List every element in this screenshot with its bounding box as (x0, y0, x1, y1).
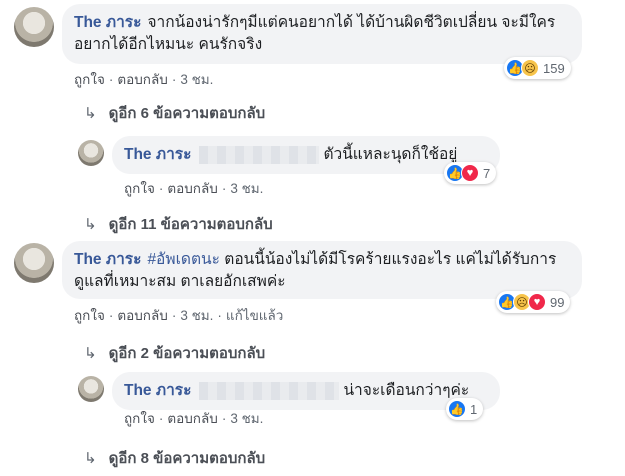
avatar[interactable] (14, 7, 54, 47)
reply-arrow-icon: ↳ (84, 105, 97, 122)
view-more-replies[interactable]: ↳ ดูอีก 2 ข้อความตอบกลับ (84, 341, 265, 365)
reply-link[interactable]: ตอบกลับ (167, 181, 217, 196)
hashtag[interactable]: #อัพเดตนะ (147, 251, 220, 268)
comment-author[interactable]: The ภาระ (124, 146, 191, 163)
comment-actions: ถูกใจ · ตอบกลับ · 3 ชม. (124, 411, 264, 426)
love-icon: ♥ (461, 164, 479, 182)
like-link[interactable]: ถูกใจ (124, 411, 155, 426)
comment-actions: ถูกใจ · ตอบกลับ · 3 ชม. (74, 72, 214, 87)
avatar[interactable] (78, 140, 104, 166)
like-link[interactable]: ถูกใจ (124, 181, 155, 196)
reply-link[interactable]: ตอบกลับ (167, 411, 217, 426)
reply-link[interactable]: ตอบกลับ (117, 308, 167, 323)
love-icon: ♥ (528, 293, 546, 311)
comment-bubble: The ภาระ จากน้องน่ารักๆมีแต่คนอยากได้ ได้… (62, 4, 582, 64)
comment-text: จากน้องน่ารักๆมีแต่คนอยากได้ ได้บ้านผิดช… (74, 14, 556, 53)
like-link[interactable]: ถูกใจ (74, 308, 105, 323)
view-more-replies[interactable]: ↳ ดูอีก 8 ข้อความตอบกลับ (84, 446, 265, 470)
like-icon: 👍 (448, 400, 466, 418)
avatar[interactable] (14, 243, 54, 283)
reaction-summary[interactable]: 👍 ♥ 7 (444, 162, 497, 184)
reply-link[interactable]: ตอบกลับ (117, 72, 167, 87)
comment-text: ตัวนี้แหละนุดก็ใช้อยู่ (323, 146, 458, 163)
reaction-summary[interactable]: 👍 ☹ ♥ 99 (496, 291, 571, 313)
like-link[interactable]: ถูกใจ (74, 72, 105, 87)
reply-bubble: The ภาระ ตัวนี้แหละนุดก็ใช้อยู่ (112, 136, 500, 174)
avatar[interactable] (78, 376, 104, 402)
reaction-count: 1 (470, 401, 478, 417)
reaction-summary[interactable]: 👍 1 (446, 398, 484, 420)
redacted-mention (199, 145, 320, 164)
view-more-replies[interactable]: ↳ ดูอีก 6 ข้อความตอบกลับ (84, 101, 265, 125)
comment-author[interactable]: The ภาระ (74, 14, 141, 31)
timestamp[interactable]: 3 ชม. (230, 181, 263, 196)
timestamp[interactable]: 3 ชม. (180, 308, 213, 323)
comment-author[interactable]: The ภาระ (74, 251, 141, 268)
comment-actions: ถูกใจ · ตอบกลับ · 3 ชม. · แก้ไขแล้ว (74, 308, 284, 323)
reply-bubble: The ภาระ น่าจะเดือนกว่าๆค่ะ (112, 372, 500, 410)
reaction-count: 159 (543, 60, 565, 76)
redacted-mention (199, 381, 340, 400)
timestamp[interactable]: 3 ชม. (180, 72, 213, 87)
reaction-count: 99 (550, 294, 565, 310)
timestamp[interactable]: 3 ชม. (230, 411, 263, 426)
reply-arrow-icon: ↳ (84, 216, 97, 233)
reaction-count: 7 (483, 165, 491, 181)
reply-arrow-icon: ↳ (84, 450, 97, 467)
reply-arrow-icon: ↳ (84, 345, 97, 362)
sad-icon: ☹ (521, 59, 539, 77)
comment-text: น่าจะเดือนกว่าๆค่ะ (343, 382, 470, 399)
reaction-summary[interactable]: 👍 ☹ 159 (504, 57, 571, 79)
view-more-replies[interactable]: ↳ ดูอีก 11 ข้อความตอบกลับ (84, 212, 273, 236)
edited-label[interactable]: แก้ไขแล้ว (226, 308, 283, 323)
comment-actions: ถูกใจ · ตอบกลับ · 3 ชม. (124, 181, 264, 196)
comment-author[interactable]: The ภาระ (124, 382, 191, 399)
